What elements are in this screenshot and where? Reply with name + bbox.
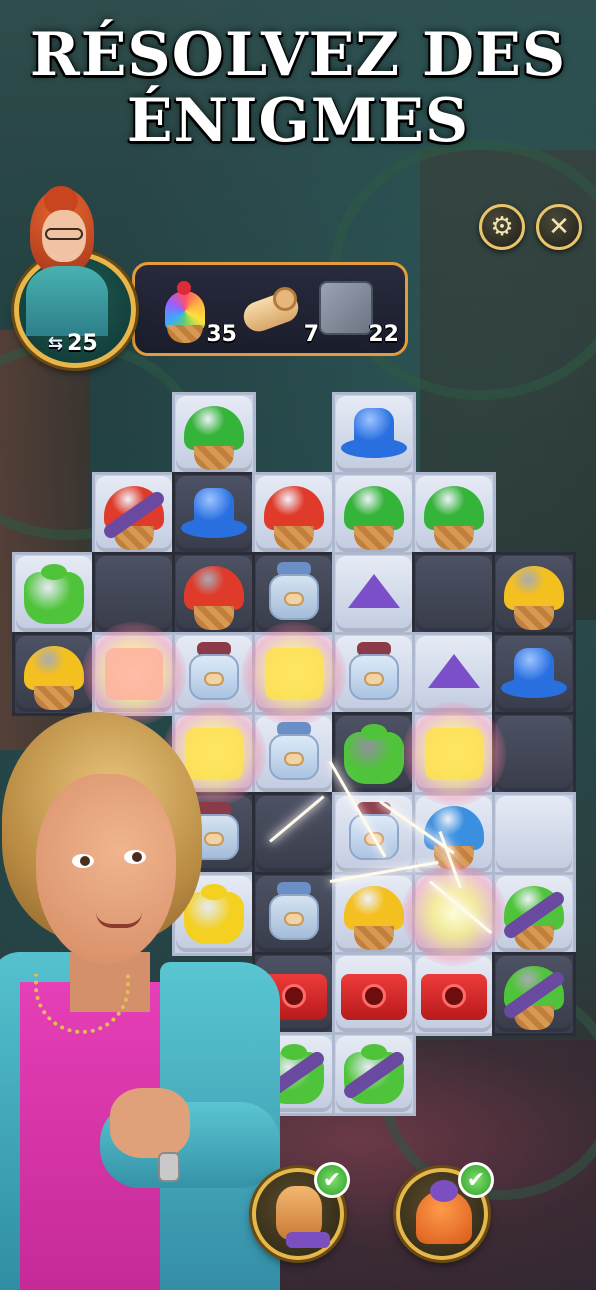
booster-check-icon: ✔: [314, 1162, 350, 1198]
gift-bag-knot: [41, 564, 67, 580]
cube-piece: [265, 648, 323, 700]
ice-cream-cone: [354, 526, 394, 550]
jar-scroll: [204, 672, 224, 686]
jar-scroll: [364, 672, 384, 686]
bell-top: [430, 1180, 458, 1202]
jar-scroll: [284, 592, 304, 606]
character-eye: [72, 854, 94, 868]
ice-cream-cone: [34, 686, 74, 710]
hat-piece: [354, 408, 394, 446]
character-eye: [124, 850, 146, 864]
paper-plane-piece: [428, 654, 480, 688]
game-screen: RÉSOLVEZ DES ÉNIGMES ⚙ ✕ 35 7 22 ⇆ 25 ✔ …: [0, 0, 596, 1290]
gift-bag-knot: [361, 1044, 387, 1060]
board-tile: [96, 556, 172, 632]
character-man: [0, 712, 290, 1290]
booster-check-icon: ✔: [458, 1162, 494, 1198]
hand-cuff: [286, 1232, 330, 1248]
ice-cream-cone: [194, 446, 234, 470]
booster-check-glyph: ✔: [322, 1167, 342, 1193]
character-face: [36, 774, 176, 964]
cube-piece: [105, 648, 163, 700]
cube-piece: [425, 728, 483, 780]
ice-cream-cone: [514, 606, 554, 630]
hat-piece: [194, 488, 234, 526]
character-hand: [110, 1088, 190, 1158]
ice-cream-cone: [194, 606, 234, 630]
booster-check-glyph: ✔: [466, 1167, 486, 1193]
gift-bag-knot: [361, 724, 387, 740]
sparkle-effect: [402, 862, 506, 966]
camera-lens: [442, 984, 466, 1008]
ice-cream-cone: [354, 926, 394, 950]
board-tile: [416, 556, 492, 632]
hat-piece: [514, 648, 554, 686]
board-tile: [496, 796, 572, 872]
camera-lens: [362, 984, 386, 1008]
paper-plane-piece: [348, 574, 400, 608]
ice-cream-cone: [434, 526, 474, 550]
ice-cream-cone: [274, 526, 314, 550]
character-watch: [158, 1152, 180, 1182]
board-tile: [496, 716, 572, 792]
